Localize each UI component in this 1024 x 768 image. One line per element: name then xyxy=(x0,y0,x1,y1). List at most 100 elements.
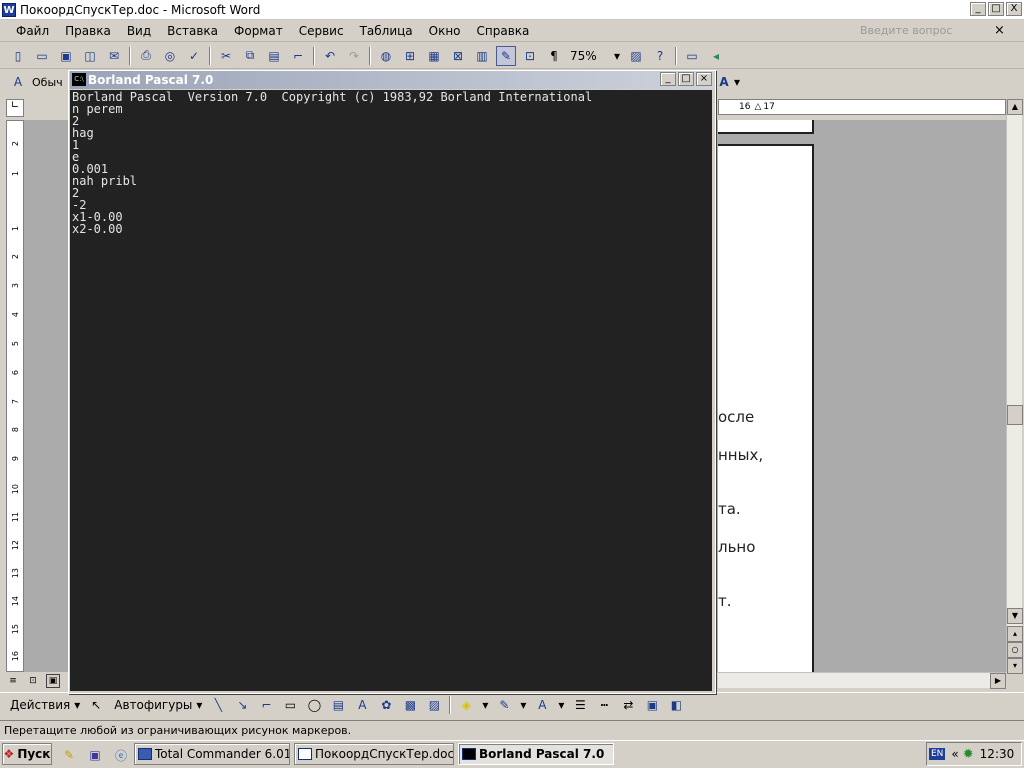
console-output[interactable]: Borland Pascal Version 7.0 Copyright (c)… xyxy=(70,90,712,691)
3d-icon[interactable]: ◧ xyxy=(666,695,686,715)
cut-icon[interactable]: ✂ xyxy=(216,46,236,66)
word-app-icon[interactable]: W xyxy=(2,3,16,17)
borland-close-button[interactable]: × xyxy=(696,72,712,86)
font-color-dropdown-icon[interactable]: ▾ xyxy=(732,72,742,92)
picture-icon[interactable]: ▨ xyxy=(626,46,646,66)
console-app-icon[interactable]: C:\ xyxy=(72,73,86,86)
draw-font-color-dropdown-icon[interactable]: ▾ xyxy=(556,695,566,715)
menu-help[interactable]: Справка xyxy=(469,24,538,38)
task-borland-pascal[interactable]: Borland Pascal 7.0 xyxy=(458,743,614,765)
vertical-ruler[interactable]: 2 1 1 2 3 4 5 6 7 8 9 10 11 12 13 14 15 … xyxy=(6,120,24,672)
arrow-icon[interactable]: ↘ xyxy=(232,695,252,715)
print-icon[interactable]: ⎙ xyxy=(136,46,156,66)
tray-expand-icon[interactable]: « xyxy=(951,747,958,761)
borland-title-bar[interactable]: C:\ Borland Pascal 7.0 xyxy=(70,71,714,89)
question-input[interactable]: Введите вопрос xyxy=(858,22,988,40)
antivirus-icon[interactable]: ✹ xyxy=(963,747,974,762)
vertical-scrollbar[interactable]: ▲ ▼ ▴ ○ ▾ xyxy=(1006,99,1023,674)
drawing-icon[interactable]: ✎ xyxy=(496,45,516,66)
textbox-icon[interactable]: ▤ xyxy=(328,695,348,715)
close-document-icon[interactable]: × xyxy=(994,23,1005,38)
tab-selector-icon[interactable]: ∟ xyxy=(6,99,24,117)
shadow-icon[interactable]: ▣ xyxy=(642,695,662,715)
horizontal-ruler[interactable]: 16 △ 17 xyxy=(718,99,1006,115)
zoom-value[interactable]: 75% xyxy=(566,49,610,63)
maximize-button[interactable]: □ xyxy=(988,2,1004,16)
scroll-down-icon[interactable]: ▼ xyxy=(1007,608,1023,624)
clock[interactable]: 12:30 xyxy=(980,747,1015,761)
spelling-icon[interactable]: ✓ xyxy=(184,46,204,66)
font-color-icon[interactable]: A xyxy=(714,72,734,92)
read-icon[interactable]: ▭ xyxy=(682,46,702,66)
style-box[interactable]: Обыч xyxy=(32,76,63,89)
undo-icon[interactable]: ↶ xyxy=(320,46,340,66)
language-indicator[interactable]: EN xyxy=(929,748,946,760)
zoom-dropdown-icon[interactable]: ▾ xyxy=(612,46,622,66)
normal-view-icon[interactable]: ≡ xyxy=(6,674,20,688)
elbow-connector-icon[interactable]: ⌐ xyxy=(256,695,276,715)
quick-launch-pencil-icon[interactable]: ✎ xyxy=(60,745,78,765)
print-layout-icon[interactable]: ▣ xyxy=(46,674,60,688)
quick-launch-ie-icon[interactable]: ⓔ xyxy=(112,745,130,765)
scroll-up-icon[interactable]: ▲ xyxy=(1007,99,1023,115)
borland-maximize-button[interactable]: □ xyxy=(678,72,694,86)
draw-dropdown-icon[interactable]: ▾ xyxy=(72,695,82,715)
dash-style-icon[interactable]: ┅ xyxy=(594,695,614,715)
open-folder-icon[interactable]: ▭ xyxy=(32,46,52,66)
clipart-icon[interactable]: ▩ xyxy=(400,695,420,715)
menu-insert[interactable]: Вставка xyxy=(159,24,226,38)
autoshapes-menu[interactable]: Автофигуры xyxy=(114,698,192,712)
redo-icon[interactable]: ↷ xyxy=(344,46,364,66)
tables-borders-icon[interactable]: ⊞ xyxy=(400,46,420,66)
permission-icon[interactable]: ◫ xyxy=(80,46,100,66)
prev-page-icon[interactable]: ▴ xyxy=(1007,626,1023,642)
task-total-commander[interactable]: Total Commander 6.01 - ... xyxy=(134,743,290,765)
show-hide-icon[interactable]: ¶ xyxy=(544,46,564,66)
insert-picture-icon[interactable]: ▨ xyxy=(424,695,444,715)
fill-color-icon[interactable]: ◈ xyxy=(456,695,476,715)
draw-actions-menu[interactable]: Действия xyxy=(10,698,70,712)
new-document-icon[interactable]: ▯ xyxy=(8,46,28,66)
task-word-document[interactable]: ПокоордСпускТер.doc -... xyxy=(294,743,454,765)
line-color-icon[interactable]: ✎ xyxy=(494,695,514,715)
insert-excel-icon[interactable]: ⊠ xyxy=(448,46,468,66)
scroll-thumb[interactable] xyxy=(1007,405,1023,425)
menu-tools[interactable]: Сервис xyxy=(291,24,352,38)
menu-table[interactable]: Таблица xyxy=(352,24,421,38)
menu-file[interactable]: Файл xyxy=(8,24,57,38)
help-icon[interactable]: ? xyxy=(650,46,670,66)
back-arrow-icon[interactable]: ◂ xyxy=(706,46,726,66)
line-style-icon[interactable]: ☰ xyxy=(570,695,590,715)
document-map-icon[interactable]: ⊡ xyxy=(520,46,540,66)
close-button[interactable]: X xyxy=(1006,2,1022,16)
select-objects-icon[interactable]: ↖ xyxy=(86,695,106,715)
menu-view[interactable]: Вид xyxy=(119,24,159,38)
line-color-dropdown-icon[interactable]: ▾ xyxy=(518,695,528,715)
web-view-icon[interactable]: ⊡ xyxy=(26,674,40,688)
diagram-icon[interactable]: ✿ xyxy=(376,695,396,715)
insert-table-icon[interactable]: ▦ xyxy=(424,46,444,66)
oval-icon[interactable]: ◯ xyxy=(304,695,324,715)
rectangle-icon[interactable]: ▭ xyxy=(280,695,300,715)
draw-font-color-icon[interactable]: A xyxy=(532,695,552,715)
menu-format[interactable]: Формат xyxy=(226,24,291,38)
email-icon[interactable]: ✉ xyxy=(104,46,124,66)
paste-icon[interactable]: ▤ xyxy=(264,46,284,66)
start-button[interactable]: ❖ Пуск xyxy=(2,743,52,765)
styles-pane-icon[interactable]: A xyxy=(8,72,28,92)
fill-color-dropdown-icon[interactable]: ▾ xyxy=(480,695,490,715)
copy-icon[interactable]: ⧉ xyxy=(240,46,260,66)
save-icon[interactable]: ▣ xyxy=(56,46,76,66)
next-page-icon[interactable]: ▾ xyxy=(1007,658,1023,674)
autoshapes-dropdown-icon[interactable]: ▾ xyxy=(194,695,204,715)
wordart-icon[interactable]: A xyxy=(352,695,372,715)
columns-icon[interactable]: ▥ xyxy=(472,46,492,66)
hyperlink-icon[interactable]: ◍ xyxy=(376,46,396,66)
scroll-right-icon[interactable]: ▶ xyxy=(990,673,1006,689)
print-preview-icon[interactable]: ◎ xyxy=(160,46,180,66)
quick-launch-disk-icon[interactable]: ▣ xyxy=(86,745,104,765)
horizontal-scrollbar[interactable]: ▶ xyxy=(718,672,1006,689)
browse-object-icon[interactable]: ○ xyxy=(1007,642,1023,658)
borland-minimize-button[interactable]: _ xyxy=(660,72,676,86)
indent-marker-icon[interactable]: △ xyxy=(754,102,761,112)
